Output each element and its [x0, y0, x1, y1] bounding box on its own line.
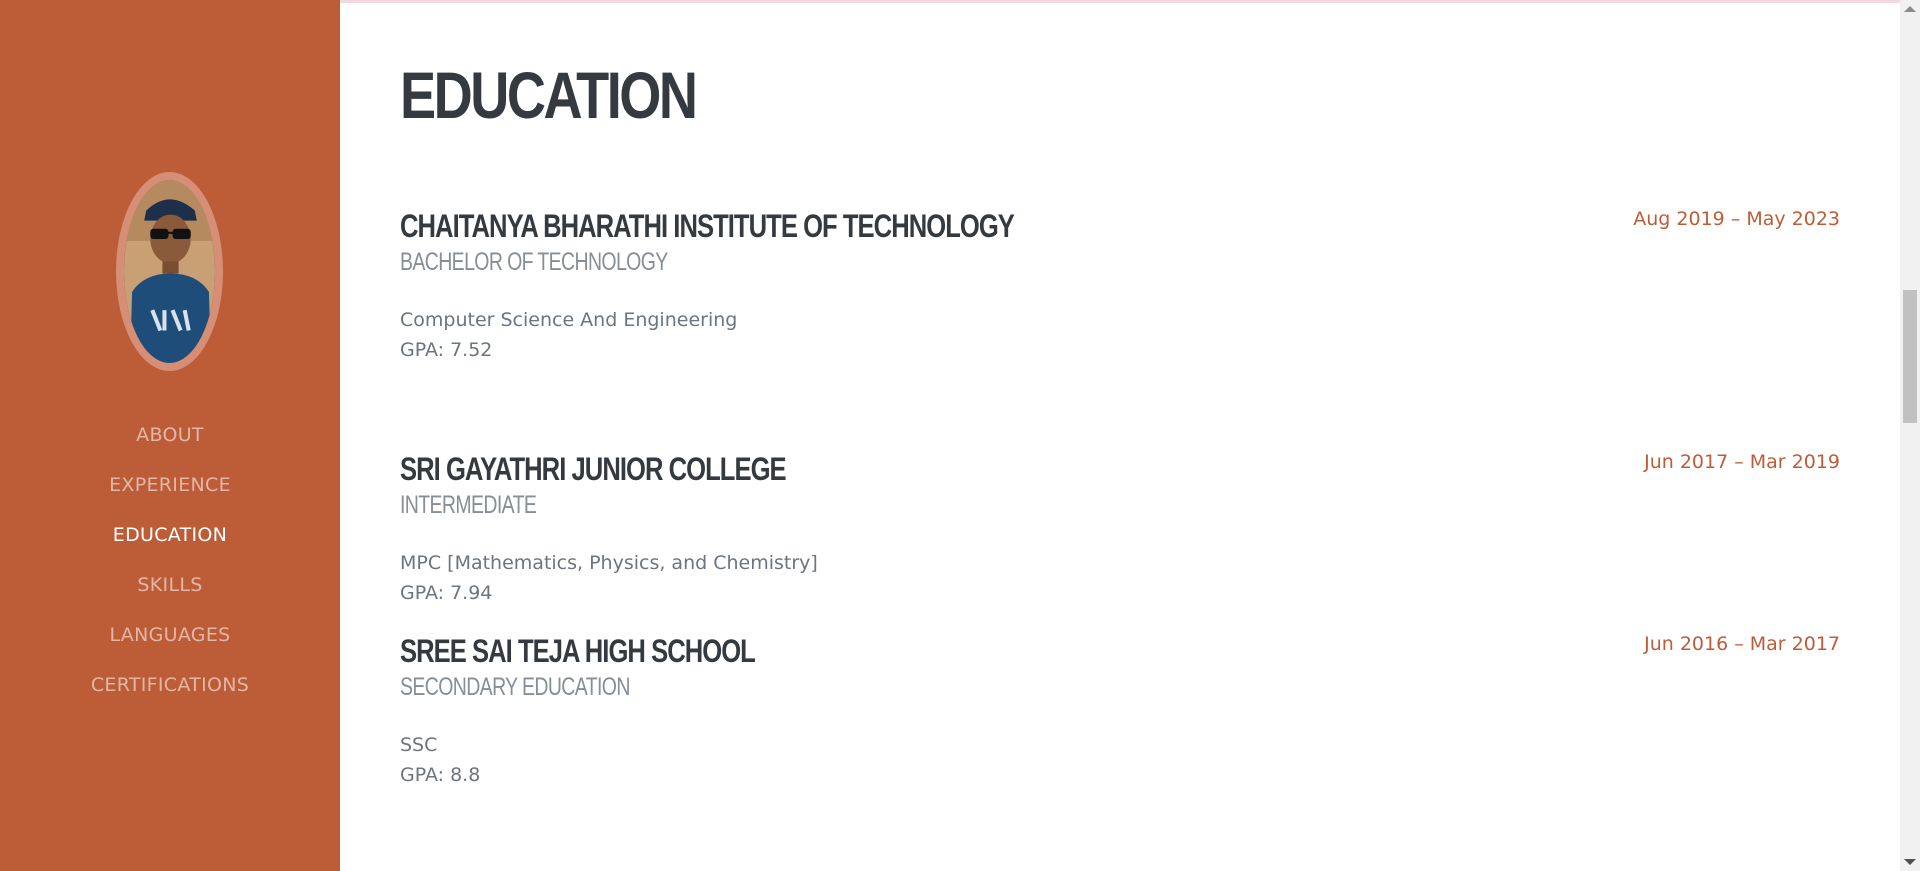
gpa-value: GPA: 8.8: [400, 764, 481, 786]
scroll-up-arrow-icon[interactable]: [1904, 6, 1916, 12]
profile-photo-image: [124, 180, 215, 363]
education-item: CHAITANYA BHARATHI INSTITUTE OF TECHNOLO…: [400, 208, 1840, 361]
sidebar-nav: ABOUT EXPERIENCE EDUCATION SKILLS LANGUA…: [0, 410, 340, 710]
education-section: EDUCATION CHAITANYA BHARATHI INSTITUTE O…: [400, 0, 1840, 871]
degree-name: SECONDARY EDUCATION: [400, 673, 630, 701]
nav-item-about[interactable]: ABOUT: [0, 410, 340, 460]
nav-item-certifications[interactable]: CERTIFICATIONS: [0, 660, 340, 710]
scroll-down-arrow-icon[interactable]: [1904, 859, 1916, 865]
school-name: SREE SAI TEJA HIGH SCHOOL: [400, 633, 756, 669]
scrollbar-thumb[interactable]: [1903, 290, 1917, 423]
gpa-value: GPA: 7.94: [400, 582, 493, 604]
section-title: EDUCATION: [400, 58, 698, 132]
nav-item-skills[interactable]: SKILLS: [0, 560, 340, 610]
nav-item-education[interactable]: EDUCATION: [0, 510, 340, 560]
nav-item-experience[interactable]: EXPERIENCE: [0, 460, 340, 510]
school-name: SRI GAYATHRI JUNIOR COLLEGE: [400, 451, 787, 487]
page: ABOUT EXPERIENCE EDUCATION SKILLS LANGUA…: [0, 0, 1920, 871]
field-of-study: Computer Science And Engineering: [400, 309, 738, 331]
date-range: Jun 2017 – Mar 2019: [1644, 451, 1840, 473]
school-name: CHAITANYA BHARATHI INSTITUTE OF TECHNOLO…: [400, 208, 1015, 244]
degree-name: BACHELOR OF TECHNOLOGY: [400, 248, 668, 276]
field-of-study: SSC: [400, 734, 438, 756]
education-item: SRI GAYATHRI JUNIOR COLLEGE INTERMEDIATE…: [400, 451, 1840, 604]
field-of-study: MPC [Mathematics, Physics, and Chemistry…: [400, 552, 818, 574]
degree-name: INTERMEDIATE: [400, 491, 537, 519]
nav-item-languages[interactable]: LANGUAGES: [0, 610, 340, 660]
profile-photo-frame: [116, 172, 223, 371]
education-item: SREE SAI TEJA HIGH SCHOOL SECONDARY EDUC…: [400, 633, 1840, 786]
page-scrollbar[interactable]: [1900, 0, 1920, 871]
date-range: Jun 2016 – Mar 2017: [1644, 633, 1840, 655]
gpa-value: GPA: 7.52: [400, 339, 493, 361]
date-range: Aug 2019 – May 2023: [1633, 208, 1840, 230]
sidebar: ABOUT EXPERIENCE EDUCATION SKILLS LANGUA…: [0, 0, 340, 871]
profile-photo: [124, 180, 215, 363]
